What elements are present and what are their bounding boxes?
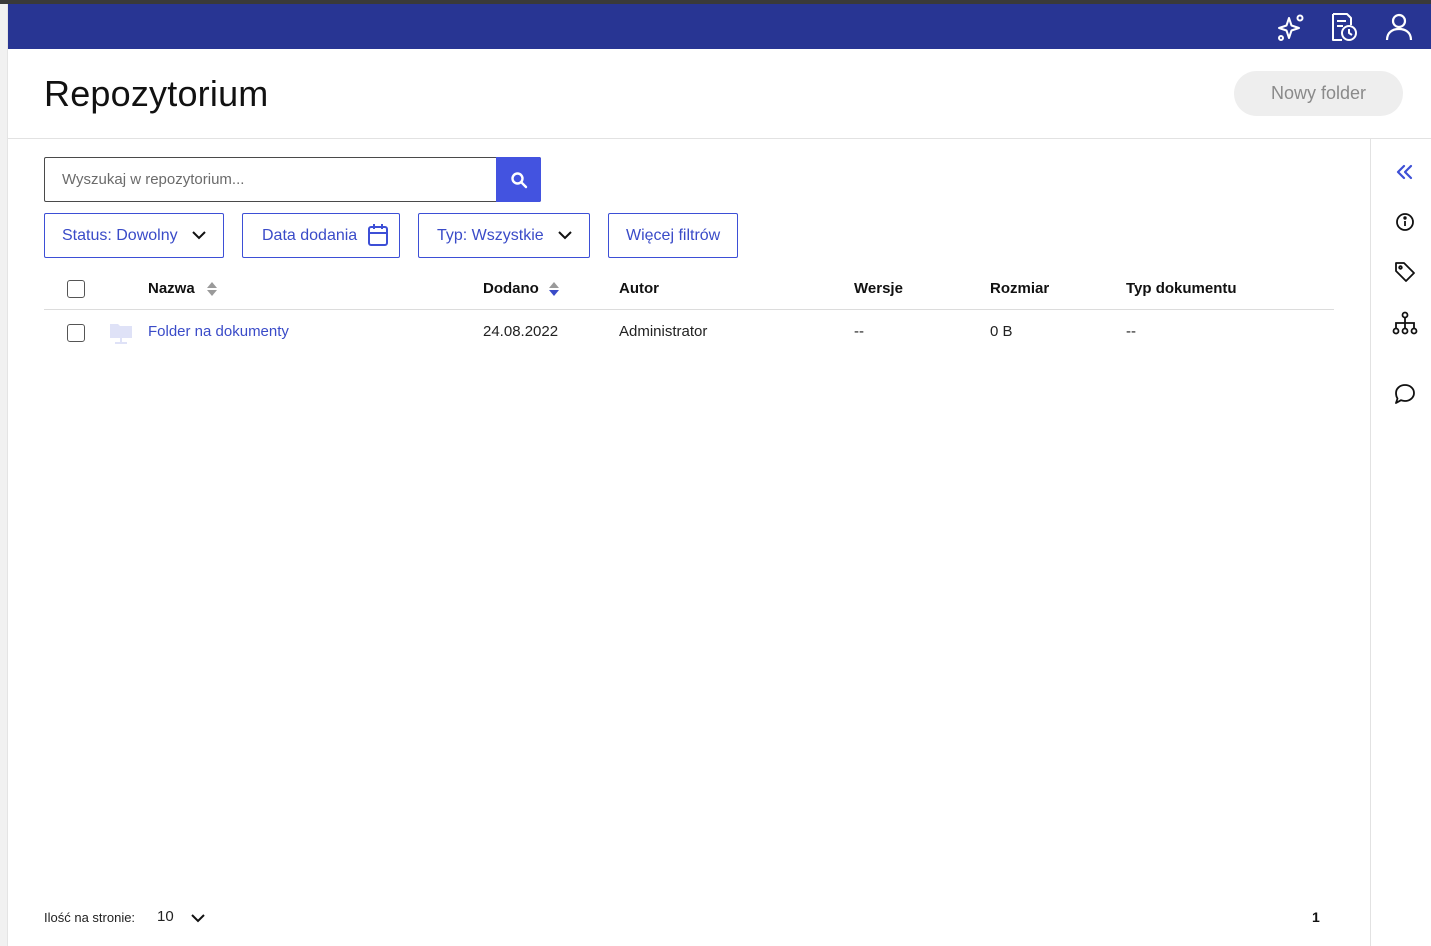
- cell-added: 24.08.2022: [483, 323, 559, 340]
- comment-icon[interactable]: [1391, 380, 1419, 408]
- calendar-icon: [368, 224, 388, 246]
- info-icon[interactable]: [1391, 208, 1419, 236]
- per-page-select-value[interactable]: 10: [157, 908, 174, 925]
- cell-doc-type: --: [1126, 323, 1136, 340]
- cell-versions: --: [854, 323, 864, 340]
- cell-size: 0 B: [990, 323, 1013, 340]
- select-all-checkbox[interactable]: [67, 280, 85, 298]
- more-filters-button[interactable]: Więcej filtrów: [608, 213, 738, 258]
- date-filter-label: Data dodania: [262, 226, 358, 244]
- user-icon[interactable]: [1382, 10, 1416, 44]
- pagination-current-page[interactable]: 1: [1312, 909, 1320, 925]
- hierarchy-icon[interactable]: [1391, 309, 1419, 337]
- date-added-filter[interactable]: Data dodania: [242, 213, 400, 258]
- left-edge-strip: [0, 4, 8, 946]
- document-history-icon[interactable]: [1326, 10, 1360, 44]
- column-header-doc-type[interactable]: Typ dokumentu: [1126, 280, 1237, 297]
- status-filter-dropdown[interactable]: Status: Dowolny: [44, 213, 224, 258]
- status-filter-label: Status: Dowolny: [62, 226, 178, 244]
- column-header-added[interactable]: Dodano: [483, 280, 539, 297]
- right-side-panel: [1370, 139, 1431, 946]
- chevron-down-icon[interactable]: [190, 910, 206, 926]
- sort-icon[interactable]: [206, 281, 218, 297]
- sort-desc-icon[interactable]: [548, 281, 560, 297]
- column-header-versions[interactable]: Wersje: [854, 280, 903, 297]
- cell-author: Administrator: [619, 323, 708, 340]
- search-bar: [44, 157, 541, 202]
- page-title: Repozytorium: [44, 73, 269, 114]
- search-button[interactable]: [496, 157, 541, 202]
- page-header: Repozytorium Nowy folder: [8, 49, 1431, 139]
- collapse-double-chevron-icon[interactable]: [1391, 158, 1419, 186]
- shared-folder-icon: [110, 324, 132, 344]
- column-header-name[interactable]: Nazwa: [148, 280, 195, 297]
- more-filters-label: Więcej filtrów: [626, 226, 721, 244]
- type-filter-label: Typ: Wszystkie: [437, 226, 544, 244]
- table-header: Nazwa Dodano Autor Wersje Rozmiar Typ do…: [44, 268, 1334, 310]
- column-header-author[interactable]: Autor: [619, 280, 659, 297]
- type-filter-dropdown[interactable]: Typ: Wszystkie: [418, 213, 590, 258]
- new-folder-button[interactable]: Nowy folder: [1234, 71, 1403, 116]
- column-header-size[interactable]: Rozmiar: [990, 280, 1049, 297]
- chevron-down-icon: [558, 231, 572, 240]
- search-input[interactable]: [45, 158, 497, 201]
- tag-icon[interactable]: [1391, 258, 1419, 286]
- search-icon: [510, 171, 527, 188]
- sparkles-icon[interactable]: [1274, 10, 1308, 44]
- table-row[interactable]: Folder na dokumenty 24.08.2022 Administr…: [44, 311, 1334, 355]
- folder-name-link[interactable]: Folder na dokumenty: [148, 323, 289, 340]
- chevron-down-icon: [192, 231, 206, 240]
- top-app-bar: [8, 4, 1431, 49]
- per-page-label: Ilość na stronie:: [44, 910, 136, 925]
- row-checkbox[interactable]: [67, 324, 85, 342]
